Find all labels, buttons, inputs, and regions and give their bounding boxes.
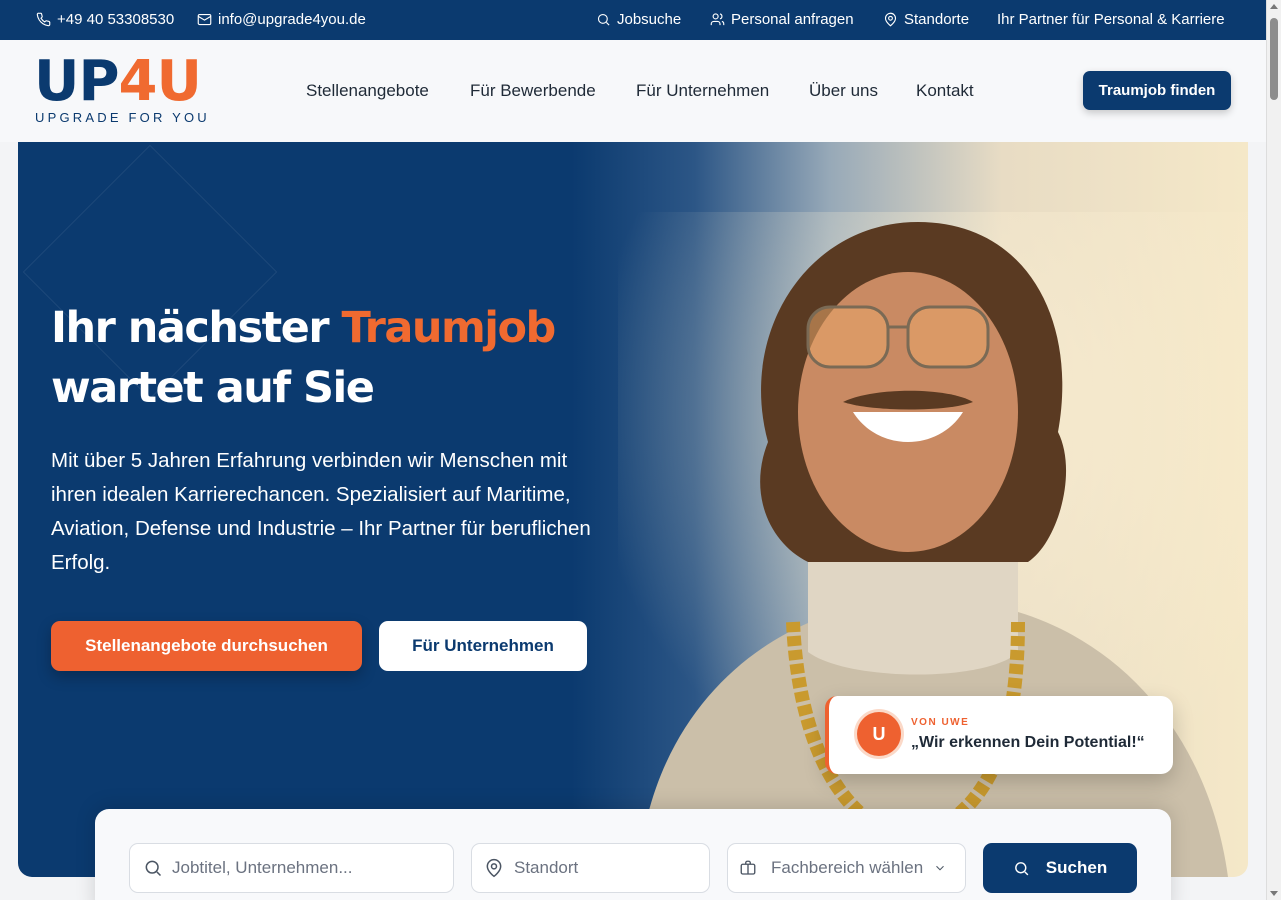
hero-section: Ihr nächster Traumjob wartet auf Sie Mit… xyxy=(18,142,1248,877)
keyword-search-input[interactable]: Jobtitel, Unternehmen... xyxy=(129,843,454,893)
mail-icon xyxy=(197,13,212,26)
hero-lead-text: Mit über 5 Jahren Erfahrung verbinden wi… xyxy=(51,449,591,574)
quote-author: VON UWE xyxy=(911,717,970,728)
keyword-placeholder: Jobtitel, Unternehmen... xyxy=(172,858,353,877)
search-icon xyxy=(145,860,162,877)
search-icon xyxy=(1014,861,1029,875)
suchen-button[interactable]: Suchen xyxy=(983,843,1137,893)
topbar-link-label: Standorte xyxy=(904,11,970,28)
hero-title: Ihr nächster Traumjob wartet auf Sie xyxy=(51,298,557,418)
traumjob-finden-button[interactable]: Traumjob finden xyxy=(1083,71,1231,110)
phone-link[interactable]: +49 40 53308530 xyxy=(36,11,174,28)
scroll-down-arrow-icon[interactable] xyxy=(1270,891,1278,896)
scrollbar-thumb[interactable] xyxy=(1270,18,1278,100)
logo-part-up: UP xyxy=(34,49,120,114)
category-selected: Fachbereich wählen xyxy=(771,858,924,877)
briefcase-icon xyxy=(740,860,756,875)
nav-item-stellenangebote[interactable]: Stellenangebote xyxy=(306,81,429,101)
phone-number: +49 40 53308530 xyxy=(57,11,175,28)
nav-item-ueber-uns[interactable]: Über uns xyxy=(809,81,878,101)
search-icon xyxy=(597,13,610,26)
location-input[interactable]: Standort xyxy=(471,843,710,893)
hero-portrait-image xyxy=(618,212,1248,877)
fuer-unternehmen-button[interactable]: Für Unternehmen xyxy=(379,621,587,671)
chevron-down-icon xyxy=(936,865,945,871)
logo-tagline: UPGRADE FOR YOU xyxy=(35,110,210,125)
topbar-link-personal-anfragen[interactable]: Personal anfragen xyxy=(710,11,854,28)
topbar-link-jobsuche[interactable]: Jobsuche xyxy=(596,11,681,28)
email-address: info@upgrade4you.de xyxy=(218,11,366,28)
stellenangebote-durchsuchen-button[interactable]: Stellenangebote durchsuchen xyxy=(51,621,362,671)
page-scrollbar[interactable] xyxy=(1266,0,1281,900)
suchen-label: Suchen xyxy=(1045,858,1108,877)
phone-icon xyxy=(36,12,51,27)
users-icon xyxy=(710,13,725,26)
quote-text: „Wir erkennen Dein Potential!“ xyxy=(911,734,1145,751)
hero-title-end: wartet auf Sie xyxy=(51,363,375,413)
email-link[interactable]: info@upgrade4you.de xyxy=(197,11,366,28)
main-header: UP4U UPGRADE FOR YOU Stellenangebote Für… xyxy=(0,40,1266,142)
topbar-link-standorte[interactable]: Standorte xyxy=(883,11,969,28)
location-placeholder: Standort xyxy=(514,858,579,877)
quote-card: U VON UWE „Wir erkennen Dein Potential!“ xyxy=(825,696,1173,774)
nav-item-fuer-bewerbende[interactable]: Für Bewerbende xyxy=(470,81,596,101)
map-pin-icon xyxy=(486,858,502,878)
scroll-up-arrow-icon[interactable] xyxy=(1270,4,1278,9)
topbar-tagline: Ihr Partner für Personal & Karriere xyxy=(997,11,1225,28)
job-search-panel: Jobtitel, Unternehmen... Standort Fachbe… xyxy=(95,809,1171,900)
hero-title-start: Ihr nächster xyxy=(51,303,342,353)
nav-item-fuer-unternehmen[interactable]: Für Unternehmen xyxy=(636,81,769,101)
nav-item-kontakt[interactable]: Kontakt xyxy=(916,81,974,101)
map-pin-icon xyxy=(884,12,897,27)
category-select[interactable]: Fachbereich wählen xyxy=(727,843,966,893)
hero-title-accent: Traumjob xyxy=(341,303,557,353)
logo-part-4u: 4U xyxy=(118,49,202,114)
topbar-link-label: Jobsuche xyxy=(617,11,682,28)
top-utility-bar: +49 40 53308530 info@upgrade4you.de Jobs… xyxy=(0,0,1266,40)
logo-wordmark: UP4U xyxy=(34,49,202,114)
topbar-link-label: Personal anfragen xyxy=(731,11,854,28)
avatar: U xyxy=(857,712,901,756)
